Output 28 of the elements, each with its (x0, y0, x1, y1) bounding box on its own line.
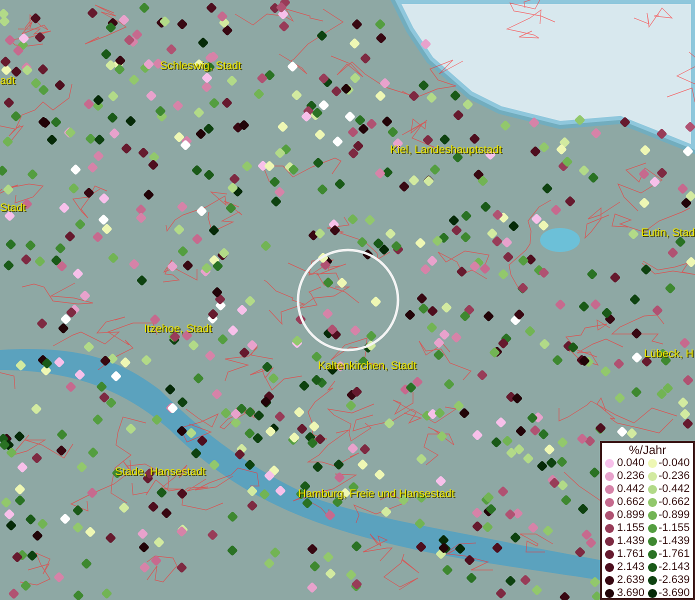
legend-value: -3.690 (658, 587, 690, 600)
legend-value: -2.639 (658, 574, 690, 587)
place-label: Itzehoe, Stadt (144, 323, 212, 336)
place-label: Kiel, Landeshauptstadt (390, 144, 502, 157)
place-label: adt (0, 75, 16, 88)
legend-value: 0.442 (617, 483, 645, 496)
legend-value: 0.040 (617, 457, 645, 470)
legend-value: 2.143 (617, 561, 645, 574)
legend-value: 0.662 (617, 496, 645, 509)
legend-value: 0.899 (617, 509, 645, 522)
legend-value: -1.439 (658, 535, 690, 548)
legend-title: %/Jahr (628, 444, 668, 457)
legend-value: 1.761 (617, 548, 645, 561)
legend-value: 2.639 (617, 574, 645, 587)
legend-value: -0.040 (658, 457, 690, 470)
legend-value: 0.236 (617, 470, 645, 483)
place-label: Stadt (0, 202, 26, 215)
place-label: Eutin, Stad (641, 227, 695, 240)
legend-value: 3.690 (617, 587, 645, 600)
legend-value: -0.236 (658, 470, 690, 483)
legend-value: -0.662 (658, 496, 690, 509)
legend-value: -1.155 (658, 522, 690, 535)
legend-value: -0.899 (658, 509, 690, 522)
legend-value: 1.439 (617, 535, 645, 548)
legend-value: -2.143 (658, 561, 690, 574)
legend-value: -0.442 (658, 483, 690, 496)
legend-value: -1.761 (658, 548, 690, 561)
legend-value: 1.155 (617, 522, 645, 535)
